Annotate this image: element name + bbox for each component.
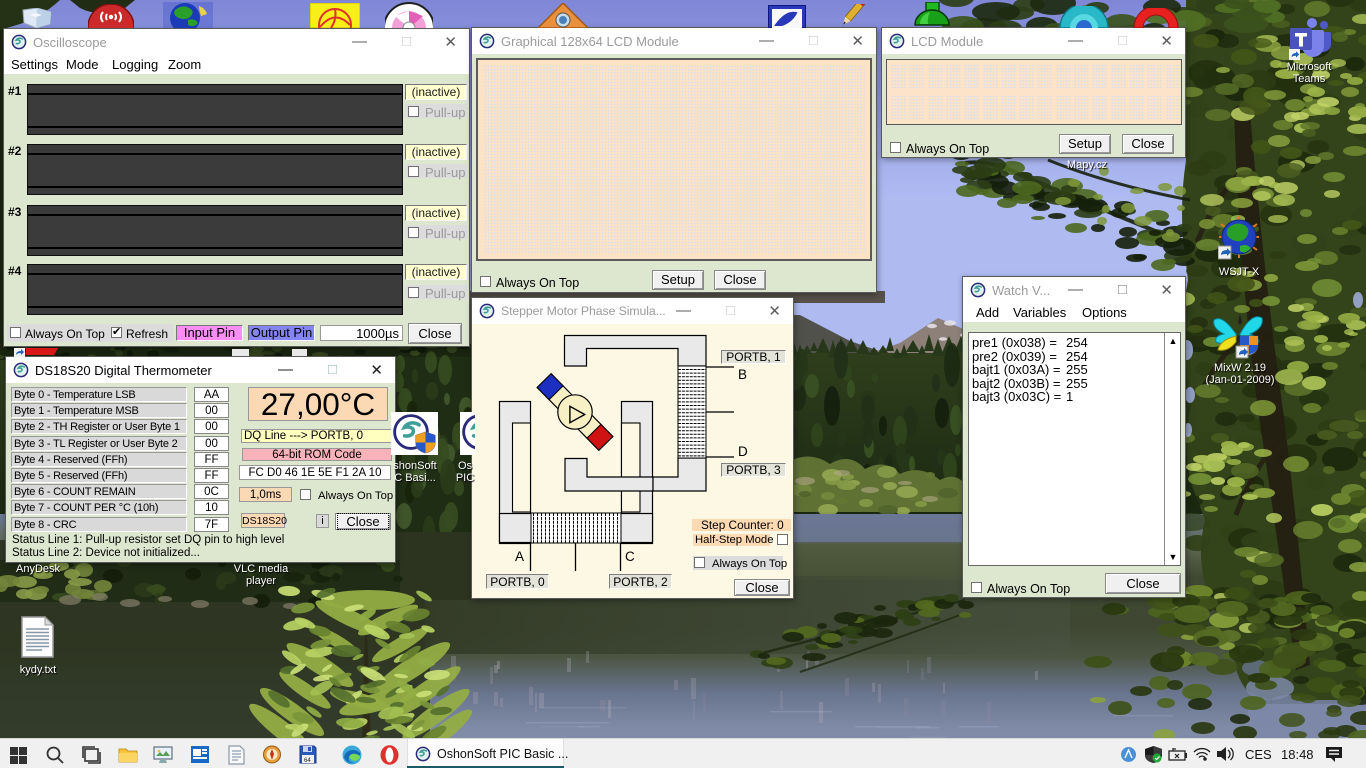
svg-text:C: C [625,549,635,564]
svg-text:64: 64 [304,758,311,764]
svg-text:A: A [515,549,524,564]
svg-text:B: B [738,367,747,382]
svg-text:D: D [738,444,748,459]
